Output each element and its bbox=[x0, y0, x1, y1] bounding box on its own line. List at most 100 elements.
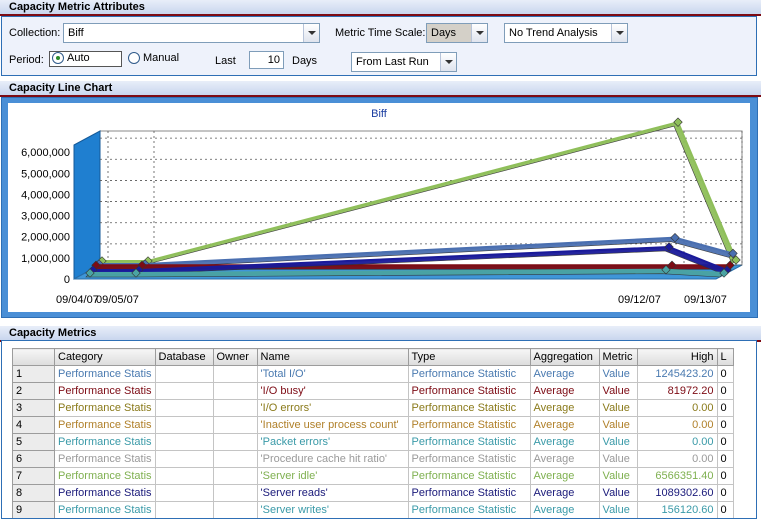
table-cell-l: 0 bbox=[716, 450, 734, 468]
attributes-panel: Collection: Biff Metric Time Scale: Days… bbox=[1, 16, 757, 76]
period-label: Period: bbox=[9, 54, 44, 66]
chevron-down-icon[interactable] bbox=[303, 24, 319, 42]
table-cell-category: Performance Statis bbox=[54, 365, 156, 383]
last-days-input[interactable]: 10 bbox=[249, 51, 284, 69]
manual-radio[interactable]: Manual bbox=[128, 52, 179, 68]
table-row[interactable]: 6 Performance Statis 'Procedure cache hit … bbox=[12, 450, 734, 468]
table-cell-owner bbox=[212, 399, 258, 417]
table-cell-owner bbox=[212, 467, 258, 485]
y-tick-label: 1,000,000 bbox=[21, 253, 70, 265]
from-select[interactable]: From Last Run bbox=[351, 52, 457, 72]
table-row[interactable]: 2 Performance Statis 'I/O busy' Performance… bbox=[12, 382, 734, 400]
table-cell-owner bbox=[212, 365, 258, 383]
column-header[interactable]: Category bbox=[54, 348, 156, 366]
from-value: From Last Run bbox=[356, 56, 429, 68]
table-cell-owner bbox=[212, 433, 258, 451]
column-header[interactable]: Metric bbox=[598, 348, 638, 366]
table-cell-l: 0 bbox=[716, 467, 734, 485]
table-cell-category: Performance Statis bbox=[54, 467, 156, 485]
chevron-down-icon[interactable] bbox=[611, 24, 627, 42]
time-scale-value: Days bbox=[431, 27, 457, 39]
x-tick-label: 09/05/07 bbox=[96, 294, 139, 306]
table-cell-aggregation: Average bbox=[529, 433, 600, 451]
table-cell-category: Performance Statis bbox=[54, 382, 156, 400]
table-cell-aggregation: Average bbox=[529, 484, 600, 502]
column-header[interactable]: High bbox=[636, 348, 718, 366]
collection-label: Collection: bbox=[9, 27, 61, 39]
table-cell-type: Performance Statistic bbox=[407, 501, 531, 518]
column-header[interactable]: L bbox=[716, 348, 734, 366]
table-cell-high: 0.00 bbox=[636, 450, 718, 468]
table-cell-n: 7 bbox=[12, 467, 55, 485]
table-cell-type: Performance Statistic bbox=[407, 450, 531, 468]
column-header[interactable]: Owner bbox=[212, 348, 258, 366]
table-cell-n: 2 bbox=[12, 382, 55, 400]
table-cell-metric: Value bbox=[598, 365, 638, 383]
metrics-table: Category Database Owner Name Type Aggregation… bbox=[12, 348, 734, 518]
column-header[interactable]: Name bbox=[256, 348, 409, 366]
auto-radio-label: Auto bbox=[67, 52, 90, 65]
table-row[interactable]: 4 Performance Statis 'Inactive user proces… bbox=[12, 416, 734, 434]
chart-panel: Biff 0 1,000,000 2,000,000 3,000,000 4,000,00… bbox=[1, 97, 758, 318]
chart-header: Capacity Line Chart bbox=[0, 81, 761, 97]
table-cell-type: Performance Statistic bbox=[407, 382, 531, 400]
table-cell-l: 0 bbox=[716, 365, 734, 383]
table-cell-high: 0.00 bbox=[636, 399, 718, 417]
table-cell-database bbox=[154, 501, 214, 518]
table-cell-database bbox=[154, 450, 214, 468]
table-cell-aggregation: Average bbox=[529, 382, 600, 400]
table-cell-aggregation: Average bbox=[529, 450, 600, 468]
table-cell-l: 0 bbox=[716, 399, 734, 417]
column-header[interactable]: Database bbox=[154, 348, 214, 366]
table-cell-high: 1089302.60 bbox=[636, 484, 718, 502]
column-header[interactable] bbox=[12, 348, 55, 366]
column-header[interactable]: Type bbox=[407, 348, 531, 366]
chevron-down-icon[interactable] bbox=[471, 24, 487, 42]
collection-select[interactable]: Biff bbox=[63, 23, 320, 43]
y-tick-label: 3,000,000 bbox=[21, 211, 70, 223]
table-cell-database bbox=[154, 416, 214, 434]
table-cell-n: 9 bbox=[12, 501, 55, 518]
time-scale-select[interactable]: Days bbox=[426, 23, 488, 43]
y-tick-label: 6,000,000 bbox=[21, 147, 70, 159]
table-cell-name: 'I/O busy' bbox=[256, 382, 409, 400]
table-row[interactable]: 8 Performance Statis 'Server reads' Perform… bbox=[12, 484, 734, 502]
table-cell-metric: Value bbox=[598, 501, 638, 518]
table-cell-database bbox=[154, 467, 214, 485]
y-tick-label: 0 bbox=[64, 274, 70, 286]
table-cell-category: Performance Statis bbox=[54, 416, 156, 434]
table-cell-database bbox=[154, 382, 214, 400]
table-cell-name: 'Packet errors' bbox=[256, 433, 409, 451]
table-cell-type: Performance Statistic bbox=[407, 467, 531, 485]
table-cell-metric: Value bbox=[598, 433, 638, 451]
table-cell-type: Performance Statistic bbox=[407, 416, 531, 434]
y-tick-label: 2,000,000 bbox=[21, 232, 70, 244]
table-cell-database bbox=[154, 399, 214, 417]
table-cell-category: Performance Statis bbox=[54, 399, 156, 417]
table-cell-name: 'Total I/O' bbox=[256, 365, 409, 383]
table-cell-metric: Value bbox=[598, 416, 638, 434]
table-cell-owner bbox=[212, 382, 258, 400]
y-tick-label: 5,000,000 bbox=[21, 168, 70, 180]
table-row[interactable]: 3 Performance Statis 'I/O errors' Performan… bbox=[12, 399, 734, 417]
table-row[interactable]: 5 Performance Statis 'Packet errors' Perfor… bbox=[12, 433, 734, 451]
column-header[interactable]: Aggregation bbox=[529, 348, 600, 366]
table-cell-metric: Value bbox=[598, 382, 638, 400]
table-cell-l: 0 bbox=[716, 433, 734, 451]
table-cell-aggregation: Average bbox=[529, 501, 600, 518]
table-cell-category: Performance Statis bbox=[54, 433, 156, 451]
table-cell-high: 0.00 bbox=[636, 416, 718, 434]
trend-select[interactable]: No Trend Analysis bbox=[504, 23, 628, 43]
table-header-row: Category Database Owner Name Type Aggregation… bbox=[12, 348, 734, 366]
collection-value: Biff bbox=[68, 27, 84, 39]
auto-radio[interactable]: Auto bbox=[49, 51, 122, 67]
table-row[interactable]: 9 Performance Statis 'Server writes' Perfor… bbox=[12, 501, 734, 518]
table-cell-metric: Value bbox=[598, 484, 638, 502]
table-cell-high: 6566351.40 bbox=[636, 467, 718, 485]
attributes-header: Capacity Metric Attributes bbox=[0, 0, 761, 16]
table-cell-type: Performance Statistic bbox=[407, 433, 531, 451]
table-row[interactable]: 7 Performance Statis 'Server idle' Performa… bbox=[12, 467, 734, 485]
chevron-down-icon[interactable] bbox=[440, 53, 456, 71]
days-label: Days bbox=[292, 55, 318, 67]
table-row[interactable]: 1 Performance Statis 'Total I/O' Performanc… bbox=[12, 365, 734, 383]
